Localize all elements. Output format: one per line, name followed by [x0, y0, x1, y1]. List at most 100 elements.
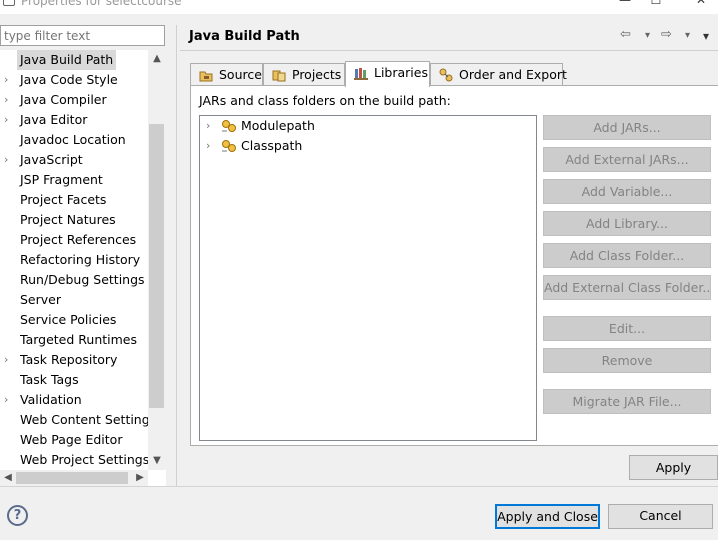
apply-and-close-button[interactable]: Apply and Close [495, 504, 600, 529]
nav-item[interactable]: Service Policies [0, 310, 148, 330]
tab-bar: Source Projects Libraries Order and Expo… [190, 61, 718, 87]
help-icon[interactable]: ? [7, 505, 28, 526]
nav-item-label: Task Tags [20, 372, 79, 387]
expand-chevron-icon[interactable]: › [4, 390, 8, 410]
nav-item[interactable]: Java Build Path [0, 50, 148, 70]
tab-label: Source [219, 67, 262, 82]
remove-button[interactable]: Remove [543, 348, 711, 373]
back-icon[interactable]: ⇦ [620, 27, 631, 42]
nav-item[interactable]: JSP Fragment [0, 170, 148, 190]
expand-chevron-icon[interactable]: › [206, 116, 210, 136]
tree-item-label: Modulepath [241, 118, 315, 133]
nav-item[interactable]: › JavaScript [0, 150, 148, 170]
header-separator [180, 50, 718, 51]
nav-item-label: Project Facets [20, 192, 107, 207]
scroll-right-icon[interactable]: ▶ [132, 470, 148, 486]
nav-item-label: Java Editor [20, 112, 88, 127]
add-external-jars-button[interactable]: Add External JARs... [543, 147, 711, 172]
nav-item-label: Task Repository [20, 352, 118, 367]
add-variable-button[interactable]: Add Variable... [543, 179, 711, 204]
nav-item[interactable]: Web Project Settings [0, 450, 150, 470]
nav-horizontal-scrollbar[interactable]: ◀ ▶ [0, 470, 148, 486]
nav-item[interactable]: › Java Code Style [0, 70, 148, 90]
expand-chevron-icon[interactable]: › [4, 150, 8, 170]
add-external-class-folder-button[interactable]: Add External Class Folder... [543, 275, 711, 300]
add-jars-button[interactable]: Add JARs... [543, 115, 711, 140]
nav-item[interactable]: Server [0, 290, 148, 310]
add-library-button[interactable]: Add Library... [543, 211, 711, 236]
tab-source[interactable]: Source [190, 63, 263, 86]
nav-item[interactable]: Refactoring History [0, 250, 148, 270]
nav-item-label: Server [20, 292, 61, 307]
libraries-icon [354, 68, 368, 80]
migrate-jar-button[interactable]: Migrate JAR File... [543, 389, 711, 414]
edit-button[interactable]: Edit... [543, 316, 711, 341]
nav-item-label: Targeted Runtimes [20, 332, 137, 347]
nav-item[interactable]: Javadoc Location [0, 130, 148, 150]
nav-item-label: Service Policies [20, 312, 117, 327]
tree-item-label: Classpath [241, 138, 303, 153]
nav-item[interactable]: Targeted Runtimes [0, 330, 148, 350]
nav-item[interactable]: Web Content Settings [0, 410, 156, 430]
scroll-left-icon[interactable]: ◀ [0, 470, 16, 486]
close-button[interactable]: ✕ [689, 0, 713, 9]
tab-label: Projects [292, 67, 342, 82]
forward-menu-icon[interactable]: ▾ [685, 30, 690, 41]
scroll-down-icon[interactable]: ▼ [148, 452, 166, 470]
nav-item[interactable]: Task Tags [0, 370, 148, 390]
nav-item[interactable]: Project References [0, 230, 148, 250]
expand-chevron-icon[interactable]: › [4, 70, 8, 90]
nav-list: Java Build Path › Java Code Style › Java Com… [0, 50, 156, 470]
nav-item[interactable]: Project Natures [0, 210, 148, 230]
tab-order-and-export[interactable]: Order and Export [430, 63, 567, 86]
library-icon [222, 140, 236, 152]
scroll-thumb[interactable] [16, 472, 128, 484]
nav-item-label: Project References [20, 232, 137, 247]
nav-item-label: Web Page Editor [20, 432, 123, 447]
apply-button[interactable]: Apply [629, 455, 718, 480]
tab-label: Order and Export [459, 67, 567, 82]
app-icon [3, 0, 15, 6]
nav-item-label: JSP Fragment [20, 172, 103, 187]
nav-item[interactable]: › Java Compiler [0, 90, 148, 110]
nav-item-label: Project Natures [20, 212, 116, 227]
minimize-button[interactable]: — [613, 0, 637, 9]
nav-item[interactable]: Web Page Editor [0, 430, 148, 450]
scroll-up-icon[interactable]: ▲ [148, 50, 166, 68]
nav-item-label: JavaScript [20, 152, 83, 167]
nav-item-label: Web Project Settings [20, 452, 150, 467]
splitter[interactable] [176, 25, 177, 486]
forward-icon[interactable]: ⇨ [661, 27, 672, 42]
filter-input[interactable] [0, 25, 165, 46]
nav-item[interactable]: › Java Editor [0, 110, 148, 130]
maximize-button[interactable]: ☐ [644, 0, 668, 9]
nav-item-label: Web Content Settings [20, 412, 157, 427]
nav-item-label: Validation [20, 392, 82, 407]
window-title: Properties for selectcourse [21, 0, 182, 8]
nav-item-label: Refactoring History [20, 252, 141, 267]
build-path-label: JARs and class folders on the build path… [199, 93, 451, 108]
nav-item[interactable]: Run/Debug Settings [0, 270, 148, 290]
nav-item[interactable]: › Task Repository [0, 350, 148, 370]
nav-item-label: Java Compiler [20, 92, 107, 107]
build-path-tree[interactable]: › Modulepath › Classpath [199, 115, 537, 441]
nav-item-label: Javadoc Location [20, 132, 126, 147]
expand-chevron-icon[interactable]: › [206, 136, 210, 156]
cancel-button[interactable]: Cancel [608, 504, 713, 529]
add-class-folder-button[interactable]: Add Class Folder... [543, 243, 711, 268]
scroll-thumb[interactable] [149, 124, 164, 408]
nav-item-label: Java Code Style [20, 72, 118, 87]
back-menu-icon[interactable]: ▾ [645, 30, 650, 41]
tab-libraries[interactable]: Libraries [345, 61, 430, 87]
expand-chevron-icon[interactable]: › [4, 110, 8, 130]
nav-vertical-scrollbar[interactable]: ▲ ▼ [148, 50, 166, 470]
projects-icon [272, 70, 286, 82]
tab-projects[interactable]: Projects [263, 63, 345, 86]
source-folder-icon [199, 71, 213, 82]
nav-item[interactable]: › Validation [0, 390, 148, 410]
expand-chevron-icon[interactable]: › [4, 90, 8, 110]
view-menu-icon[interactable]: ▾ [703, 29, 709, 43]
expand-chevron-icon[interactable]: › [4, 350, 8, 370]
nav-item[interactable]: Project Facets [0, 190, 148, 210]
footer-separator [0, 486, 718, 487]
